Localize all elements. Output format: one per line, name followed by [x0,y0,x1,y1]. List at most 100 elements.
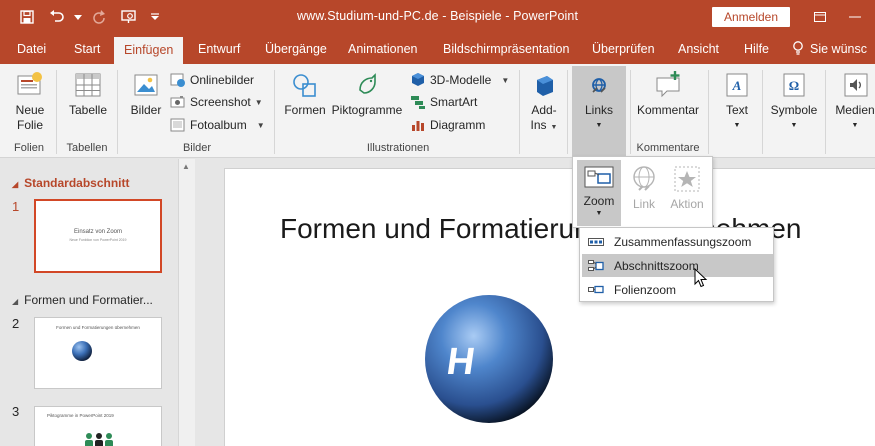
icons-label: Piktogramme [331,103,403,117]
group-separator [117,70,118,154]
thumb-title: Einsatz von Zoom [73,229,123,235]
zoom-button[interactable]: Zoom ▼ [577,160,621,226]
slide-thumbnail-3[interactable]: Piktogramme in PowerPoint 2019 [34,406,162,446]
symbols-icon: Ω [783,73,805,97]
section-title: Standardabschnitt [24,176,130,190]
action-star-icon [674,166,700,192]
current-slide[interactable]: H [224,168,875,446]
section-zoom-label: Abschnittszoom [614,258,699,273]
tab-datei[interactable]: Datei [17,34,46,64]
group-separator [274,70,275,154]
tab-start[interactable]: Start [74,34,100,64]
chevron-down-icon: ▼ [595,210,603,217]
minimize-button[interactable] [835,0,875,34]
thumb-title: Piktogramme in PowerPoint 2019 [47,413,114,418]
slide-thumbnail-1[interactable]: Einsatz von Zoom Neue Funktion von Power… [34,199,162,273]
group-separator [519,70,520,154]
links-button[interactable]: Links ▼ [572,66,626,157]
section-formen[interactable]: ◢ Formen und Formatier... [12,293,153,307]
section-zoom-item[interactable]: Abschnittszoom [582,254,773,277]
slide-number: 3 [12,404,20,419]
text-button[interactable]: A Text ▼ [716,70,758,133]
zoom-label: Zoom [583,194,615,208]
chevron-down-icon: ▼ [256,120,265,130]
photo-album-icon [170,118,185,132]
slide-number: 1 [12,199,20,214]
panel-scrollbar[interactable]: ▲ [178,159,195,446]
screenshot-button[interactable]: Screenshot ▼ [170,91,263,113]
slide-zoom-item[interactable]: Folienzoom [582,278,773,301]
slide-thumbnail-2[interactable]: Formen und Formatierungen übernehmen [34,317,162,389]
tab-animationen[interactable]: Animationen [348,34,418,64]
ribbon-display-options-button[interactable] [800,0,840,34]
sphere-thumb [72,341,92,361]
addins-button[interactable]: Add- Ins ▼ [525,70,563,135]
group-separator [630,70,631,154]
zoom-menu: Zusammenfassungszoom Abschnittszoom Foli… [579,227,774,302]
pictures-icon [134,74,158,96]
smartart-icon [411,96,425,109]
chart-button[interactable]: Diagramm [410,114,485,136]
chevron-down-icon: ▼ [501,75,510,85]
links-dropdown: Zoom ▼ Link Aktion [572,156,713,228]
chart-label: Diagramm [430,118,486,132]
pictures-label: Bilder [130,103,162,117]
screenshot-icon [170,96,185,108]
photo-album-button[interactable]: Fotoalbum ▼ [170,114,265,136]
signin-button[interactable]: Anmelden [712,7,790,27]
sphere-graphic[interactable] [423,293,555,425]
online-pictures-label: Onlinebilder [190,73,255,87]
text-label: Text [725,103,748,117]
group-kommentare-label: Kommentare [636,142,700,154]
new-slide-label-1: Neue [15,103,45,117]
shapes-label: Formen [284,103,326,117]
smartart-button[interactable]: SmartArt [410,91,477,113]
cube-icon [412,73,424,86]
icons-icon [359,73,376,94]
link-button[interactable]: Link [623,160,665,226]
shapes-button[interactable]: Formen [283,70,327,118]
comment-label: Kommentar [636,103,700,117]
symbols-button[interactable]: Ω Symbole ▼ [768,70,820,133]
title-bar: www.Studium-und-PC.de - Beispiele - Powe… [0,0,875,34]
table-button[interactable]: Tabelle [64,70,112,118]
3d-models-button[interactable]: 3D-Modelle ▼ [410,69,509,91]
pictures-button[interactable]: Bilder [126,70,166,118]
tab-entwurf[interactable]: Entwurf [198,34,240,64]
action-button[interactable]: Aktion [665,160,709,226]
collapse-section-icon[interactable]: ◢ [12,297,18,306]
section-standardabschnitt[interactable]: ◢ Standardabschnitt [12,176,130,190]
summary-zoom-item[interactable]: Zusammenfassungszoom [582,230,773,253]
lightbulb-icon [793,41,803,55]
comment-button[interactable]: Kommentar [634,70,702,118]
group-separator [567,70,568,154]
group-folien-label: Folien [14,142,44,154]
group-tabellen-label: Tabellen [66,142,108,154]
tab-bildschirmpraesentation[interactable]: Bildschirmpräsentation [443,34,569,64]
speaker-icon [844,73,868,97]
new-slide-icon [17,72,42,95]
smartart-label: SmartArt [430,95,478,109]
screenshot-label: Screenshot [190,95,251,109]
chevron-down-icon: ▼ [790,122,798,129]
media-button[interactable]: Medien ▼ [830,70,875,133]
table-label: Tabelle [68,103,108,117]
tell-me-search[interactable]: Sie wünsc [792,34,867,64]
scroll-up-icon[interactable]: ▲ [182,162,190,171]
tab-einfuegen[interactable]: Einfügen [114,37,184,64]
collapse-section-icon[interactable]: ◢ [12,180,18,189]
tab-ueberpruefen[interactable]: Überprüfen [592,34,655,64]
slide-zoom-icon [588,285,604,293]
tab-ansicht[interactable]: Ansicht [678,34,719,64]
thumb-subtitle: Neue Funktion von PowerPoint 2019 [69,238,127,242]
tab-uebergaenge[interactable]: Übergänge [265,34,327,64]
group-separator [708,70,709,154]
tab-hilfe[interactable]: Hilfe [744,34,769,64]
online-pictures-button[interactable]: Onlinebilder [170,69,254,91]
slide-thumbnail-panel: ◢ Standardabschnitt 1 Einsatz von Zoom Ne… [0,159,195,446]
slide-number: 2 [12,316,20,331]
chevron-down-icon: ▼ [595,122,603,129]
addins-label-1: Add- [531,103,557,117]
icons-button[interactable]: Piktogramme [330,70,404,118]
new-slide-button[interactable]: Neue Folie [8,70,52,133]
